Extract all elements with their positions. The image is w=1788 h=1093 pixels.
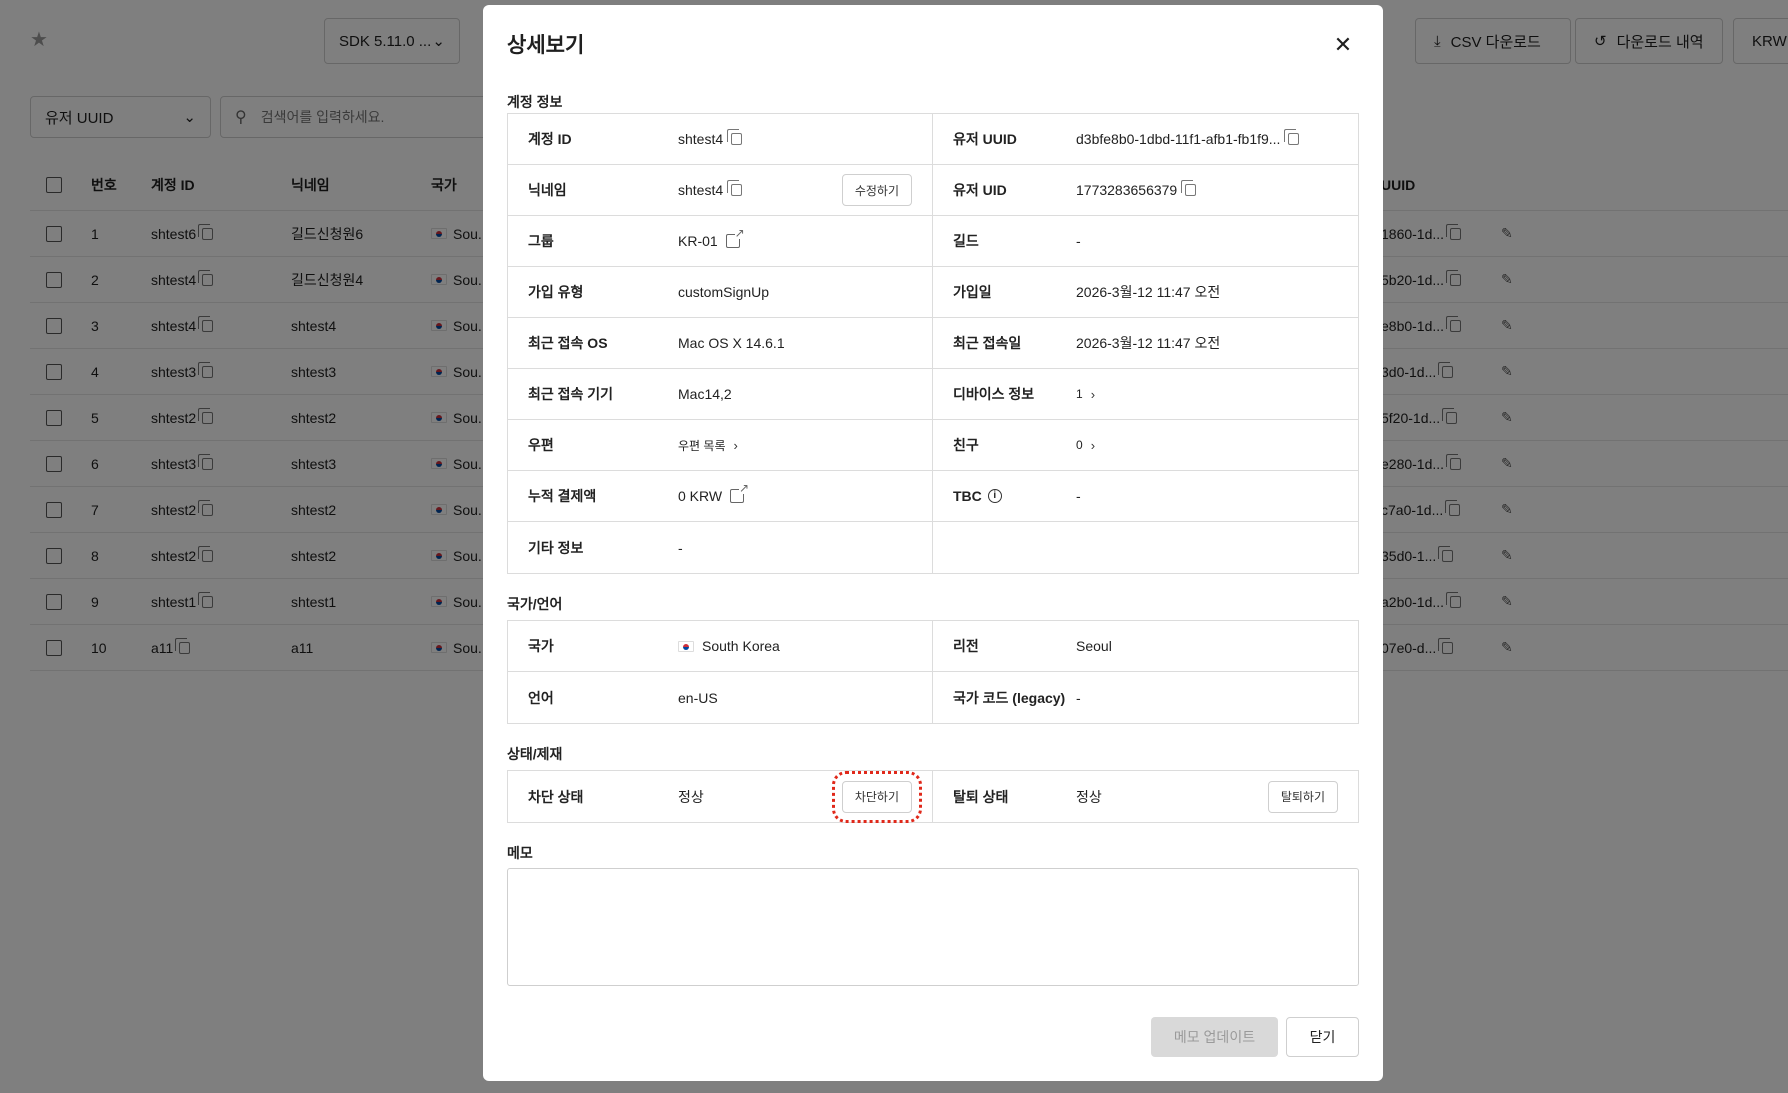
account-id-label: 계정 ID (528, 131, 572, 147)
friends-count: 0 (1076, 438, 1083, 452)
region-value: Seoul (1076, 638, 1112, 654)
external-link-icon[interactable] (730, 482, 750, 503)
info-row: 언어 en-US 국가 코드 (legacy) - (508, 672, 1358, 723)
country-value: South Korea (702, 638, 780, 654)
last-login-value: 2026-3월-12 11:47 오전 (1076, 335, 1221, 351)
chevron-right-icon: › (1090, 386, 1096, 402)
friends-label: 친구 (953, 437, 979, 453)
extra-info-label: 기타 정보 (528, 539, 584, 556)
info-row: 최근 접속 OS Mac OS X 14.6.1 최근 접속일 2026-3월-… (508, 318, 1358, 369)
copy-icon[interactable] (727, 180, 743, 196)
info-row: 닉네임 shtest4 수정하기 유저 UID 1773283656379 (508, 165, 1358, 216)
user-uid-value: 1773283656379 (1076, 182, 1178, 198)
signup-date-label: 가입일 (953, 284, 992, 300)
info-row: 기타 정보 - (508, 522, 1358, 573)
info-row: 국가 South Korea 리전 Seoul (508, 621, 1358, 672)
nickname-value: shtest4 (678, 182, 724, 198)
withdraw-status-value: 정상 (1076, 788, 1102, 805)
withdraw-status-label: 탈퇴 상태 (953, 788, 1009, 805)
signup-type-label: 가입 유형 (528, 284, 584, 300)
info-row: 우편 우편 목록 › 친구 0 › (508, 420, 1358, 471)
user-uuid-label: 유저 UUID (953, 131, 1017, 147)
tbc-value: - (1076, 488, 1081, 504)
legacy-country-code-value: - (1076, 689, 1081, 706)
memo-textarea[interactable] (507, 868, 1359, 986)
signup-type-value: customSignUp (678, 284, 770, 300)
chevron-right-icon: › (1090, 437, 1096, 453)
mail-list-text: 우편 목록 (678, 438, 726, 453)
info-row: 최근 접속 기기 Mac14,2 디바이스 정보 1 › (508, 369, 1358, 420)
user-uuid-value: d3bfe8b0-1dbd-11f1-afb1-fb1f9... (1076, 131, 1281, 147)
country-label: 국가 (528, 638, 554, 654)
group-label: 그룹 (528, 233, 554, 249)
chevron-right-icon: › (733, 437, 738, 453)
last-device-label: 최근 접속 기기 (528, 386, 614, 402)
user-uid-label: 유저 UID (953, 182, 1007, 198)
memo-section-title: 메모 (507, 845, 533, 861)
nickname-label: 닉네임 (528, 182, 567, 198)
last-os-label: 최근 접속 OS (528, 335, 608, 351)
info-icon[interactable]: i (987, 489, 1002, 503)
copy-icon[interactable] (727, 129, 743, 145)
modal-title: 상세보기 (507, 34, 585, 57)
guild-label: 길드 (953, 233, 979, 249)
device-info-link[interactable]: 1 › (1076, 387, 1095, 402)
last-os-value: Mac OS X 14.6.1 (678, 335, 785, 351)
info-row: 계정 ID shtest4 유저 UUID d3bfe8b0-1dbd-11f1… (508, 114, 1358, 165)
block-button[interactable]: 차단하기 (831, 770, 923, 823)
close-icon[interactable]: ✕ (1331, 33, 1355, 57)
mail-label: 우편 (528, 437, 554, 453)
total-payment-value: 0 KRW (678, 488, 723, 504)
device-info-label: 디바이스 정보 (953, 386, 1035, 402)
status-section-title: 상태/제재 (507, 746, 563, 762)
korea-flag-icon (678, 640, 694, 652)
total-payment-label: 누적 결제액 (528, 488, 597, 504)
account-section-title: 계정 정보 (507, 94, 563, 110)
extra-info-value: - (678, 539, 683, 556)
legacy-country-code-label: 국가 코드 (legacy) (953, 689, 1066, 706)
copy-icon[interactable] (1284, 129, 1300, 145)
language-value: en-US (678, 689, 718, 706)
external-link-icon[interactable] (725, 227, 745, 248)
account-id-value: shtest4 (678, 131, 724, 147)
block-status-value: 정상 (678, 788, 704, 805)
tbc-label: TBC (953, 488, 982, 504)
copy-icon[interactable] (1181, 180, 1197, 196)
close-button[interactable]: 닫기 (1286, 1017, 1359, 1057)
mail-list-link[interactable]: 우편 목록 › (678, 437, 738, 454)
account-info-table: 계정 ID shtest4 유저 UUID d3bfe8b0-1dbd-11f1… (507, 113, 1359, 574)
friends-link[interactable]: 0 › (1076, 438, 1095, 453)
info-row: 차단 상태 정상 차단하기 탈퇴 상태 정상 탈퇴하기 (508, 770, 1358, 823)
guild-value: - (1076, 233, 1081, 249)
update-memo-button[interactable]: 메모 업데이트 (1151, 1017, 1278, 1057)
signup-date-value: 2026-3월-12 11:47 오전 (1076, 284, 1221, 300)
detail-modal: 상세보기 ✕ 계정 정보 계정 ID shtest4 유저 UUID d3bfe… (483, 5, 1383, 1081)
last-device-value: Mac14,2 (678, 386, 732, 402)
withdraw-button[interactable]: 탈퇴하기 (1267, 780, 1338, 813)
region-label: 리전 (953, 638, 979, 654)
info-row: 그룹 KR-01 길드 - (508, 216, 1358, 267)
edit-nickname-button[interactable]: 수정하기 (841, 174, 912, 206)
device-info-count: 1 (1076, 387, 1083, 401)
last-login-label: 최근 접속일 (953, 335, 1022, 351)
block-status-label: 차단 상태 (528, 788, 584, 805)
group-value: KR-01 (678, 233, 718, 249)
info-row: 누적 결제액 0 KRW TBC i - (508, 471, 1358, 522)
country-section-title: 국가/언어 (507, 596, 563, 612)
status-info-table: 차단 상태 정상 차단하기 탈퇴 상태 정상 탈퇴하기 (507, 770, 1359, 823)
language-label: 언어 (528, 689, 554, 706)
country-info-table: 국가 South Korea 리전 Seoul 언어 en-US 국가 코드 (… (507, 620, 1359, 724)
info-row: 가입 유형 customSignUp 가입일 2026-3월-12 11:47 … (508, 267, 1358, 318)
